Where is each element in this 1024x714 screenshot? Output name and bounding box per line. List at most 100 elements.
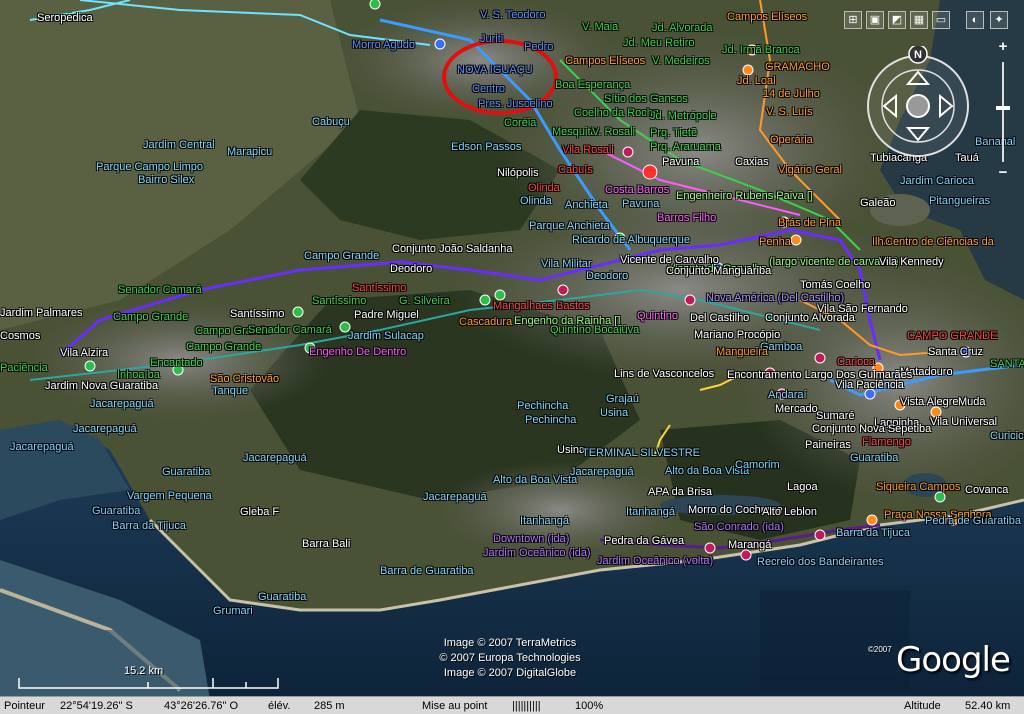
place-label[interactable]: Campos Elíseos: [565, 55, 645, 67]
place-label[interactable]: Encantado: [150, 357, 203, 369]
place-label[interactable]: Mesquita: [552, 126, 597, 138]
place-label[interactable]: Prq. Araruama: [650, 141, 721, 153]
place-label[interactable]: G. Silveira: [399, 295, 450, 307]
place-label[interactable]: Covanca: [965, 484, 1008, 496]
place-label[interactable]: Parque Campo Limpo: [96, 161, 203, 173]
place-label[interactable]: Bananal: [975, 136, 1015, 148]
place-label[interactable]: Guaratiba: [258, 591, 306, 603]
place-label[interactable]: Parque Anchieta: [529, 220, 610, 232]
place-label[interactable]: Boa Esperança: [555, 79, 630, 91]
place-label[interactable]: Santíssimo: [352, 282, 406, 294]
place-label[interactable]: Coelho da Rocha: [574, 107, 659, 119]
place-label[interactable]: Jacarepaguá: [10, 441, 74, 453]
place-label[interactable]: Padre Miguel: [354, 309, 419, 321]
place-label[interactable]: Centro de Ciências da: [885, 236, 994, 248]
zoom-in-button[interactable]: +: [994, 38, 1012, 56]
place-label[interactable]: Barra da Tijuca: [836, 527, 910, 539]
place-label[interactable]: Barra Bali: [302, 538, 350, 550]
place-label[interactable]: Vila Rosali: [562, 144, 614, 156]
place-label[interactable]: Olinda: [528, 182, 560, 194]
place-label[interactable]: Brás de Pina: [778, 217, 841, 229]
place-label[interactable]: Tomás Coelho: [800, 279, 870, 291]
sky-icon[interactable]: ✦: [990, 11, 1008, 29]
zoom-slider-track[interactable]: [1002, 62, 1004, 162]
place-label[interactable]: Centro: [472, 83, 505, 95]
place-label[interactable]: Jardim Sulacap: [348, 330, 424, 342]
place-label[interactable]: Cascadura: [459, 316, 512, 328]
place-label[interactable]: Itanhangá: [626, 506, 675, 518]
place-label[interactable]: Campos Elíseos: [727, 11, 807, 23]
place-label[interactable]: Camorim: [735, 459, 780, 471]
place-label[interactable]: Engenheiro Rubens Paiva []: [676, 190, 813, 202]
place-label[interactable]: Usina: [557, 444, 585, 456]
place-label[interactable]: Seropédica: [37, 12, 93, 24]
place-label[interactable]: Flamengo: [862, 436, 911, 448]
place-label[interactable]: CAMPO GRANDE: [907, 330, 997, 342]
place-label[interactable]: Alto da Boa Vista: [493, 474, 577, 486]
place-label[interactable]: Santa Cruz: [928, 346, 983, 358]
place-label[interactable]: Grajaú: [606, 393, 639, 405]
place-label[interactable]: Barros Filho: [657, 212, 716, 224]
place-label[interactable]: Vila Alzira: [60, 347, 108, 359]
place-label[interactable]: Conjunto Manguariba: [666, 265, 771, 277]
photo-icon[interactable]: ▣: [866, 11, 884, 29]
place-label[interactable]: Quintino: [637, 310, 678, 322]
place-label[interactable]: Olinda: [520, 195, 552, 207]
place-label[interactable]: Guaratiba: [162, 466, 210, 478]
place-label[interactable]: Bairro Silex: [138, 174, 194, 186]
place-label[interactable]: Andaraí: [768, 389, 807, 401]
place-label[interactable]: Conjunto Alvorada: [765, 312, 855, 324]
place-label[interactable]: Nilópolis: [497, 167, 539, 179]
place-label[interactable]: Senador Camará: [248, 324, 332, 336]
place-label[interactable]: Jardim Palmares: [0, 307, 83, 319]
place-label[interactable]: Vila Kennedy: [879, 256, 944, 268]
place-label[interactable]: Costa Barros: [605, 184, 669, 196]
place-label[interactable]: Senador Camará: [118, 284, 202, 296]
place-label[interactable]: Pres. Juscelino: [478, 98, 553, 110]
place-label[interactable]: Downtown (ida): [493, 533, 569, 545]
place-label[interactable]: São Cristovão: [210, 373, 279, 385]
place-label[interactable]: V. S. Teodoro: [480, 9, 545, 21]
place-label[interactable]: Deodoro: [390, 263, 432, 275]
zoom-slider-thumb[interactable]: [996, 106, 1010, 110]
place-label[interactable]: Marangá: [728, 539, 771, 551]
zoom-out-button[interactable]: −: [994, 164, 1012, 182]
place-label[interactable]: Jacarepaguá: [570, 466, 634, 478]
place-label[interactable]: 14 de Julho: [763, 88, 820, 100]
place-label[interactable]: Vila Paciência: [835, 379, 904, 391]
place-label[interactable]: Pechincha: [525, 414, 576, 426]
place-label[interactable]: V. Medeiros: [652, 55, 710, 67]
place-label[interactable]: Conjunto João Saldanha: [392, 243, 512, 255]
place-label[interactable]: Santíssimo: [230, 308, 284, 320]
place-label[interactable]: Guaratiba: [92, 505, 140, 517]
place-label[interactable]: Jd. Alvorada: [652, 22, 713, 34]
place-label[interactable]: Pitangueiras: [929, 195, 990, 207]
place-label[interactable]: Mariano Procópio: [694, 329, 780, 341]
place-label[interactable]: Deodoro: [586, 270, 628, 282]
place-label[interactable]: Santíssimo: [312, 295, 366, 307]
place-label[interactable]: TERMINAL SILVESTRE: [582, 447, 700, 459]
navigation-control[interactable]: N: [858, 46, 978, 164]
place-label[interactable]: Curicica: [990, 430, 1024, 442]
place-label[interactable]: Ricardo de Albuquerque: [572, 234, 690, 246]
layers-icon[interactable]: ◩: [888, 11, 906, 29]
grid-icon[interactable]: ▦: [910, 11, 928, 29]
place-label[interactable]: Jd. Meu Retiro: [623, 37, 695, 49]
place-label[interactable]: Campo Grande: [186, 341, 261, 353]
look-joystick[interactable]: [906, 94, 930, 118]
place-label[interactable]: Engenho De Dentro: [309, 346, 406, 358]
place-label[interactable]: V. S. Luís: [766, 106, 813, 118]
place-label[interactable]: Jardim Nova Guaratiba: [45, 380, 158, 392]
map-view[interactable]: Seropédica V. S. Teodoro Juriti Morro Agudo…: [0, 0, 1024, 714]
place-label[interactable]: Jd. Metrópole: [650, 110, 717, 122]
place-label[interactable]: Pavuna: [622, 198, 659, 210]
sun-icon[interactable]: ◐: [966, 11, 984, 29]
place-label[interactable]: Pedro: [524, 41, 553, 53]
place-label[interactable]: Recreio dos Bandeirantes: [757, 556, 884, 568]
place-label[interactable]: Del Castilho: [690, 312, 749, 324]
place-label[interactable]: Edson Passos: [451, 141, 521, 153]
place-label[interactable]: Jardim Oceânico (volta): [597, 555, 713, 567]
place-label[interactable]: Prq. Tietê: [650, 127, 697, 139]
place-label[interactable]: Carioca: [837, 356, 875, 368]
place-label[interactable]: Vila Militar: [541, 258, 592, 270]
